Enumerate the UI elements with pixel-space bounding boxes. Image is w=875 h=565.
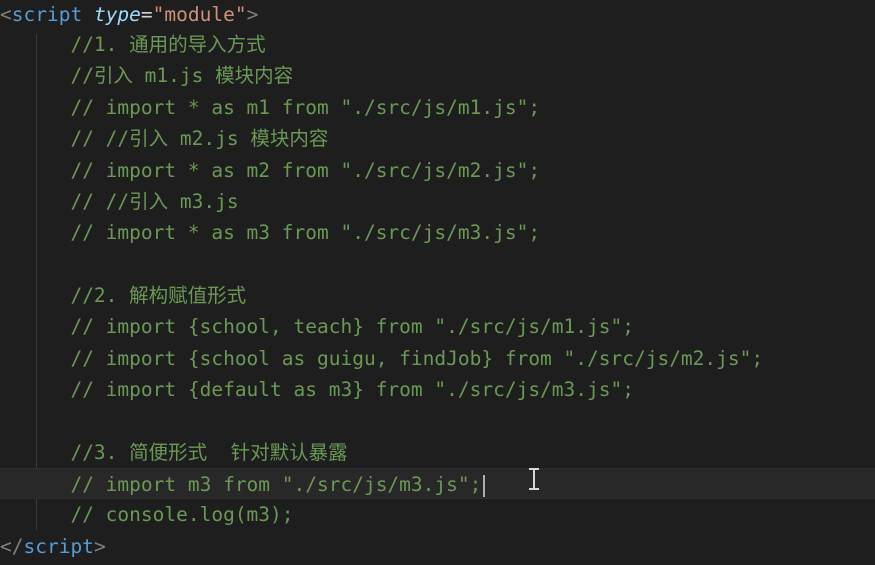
comment-text: // import m3 from "./src/js/m3.js";	[70, 473, 482, 496]
type-attribute-value: "module"	[152, 3, 247, 26]
comment-text: // import {school as guigu, findJob} fro…	[70, 347, 764, 370]
code-line-11[interactable]: // import {school as guigu, findJob} fro…	[0, 343, 875, 374]
code-line-6[interactable]: // //引入 m3.js	[0, 186, 875, 217]
code-line-4[interactable]: // //引入 m2.js 模块内容	[0, 123, 875, 154]
code-editor[interactable]: <script type="module"> //1. 通用的导入方式 //引入…	[0, 0, 875, 565]
tag-close-bracket: >	[93, 535, 106, 558]
code-line-3[interactable]: // import * as m1 from "./src/js/m1.js";	[0, 92, 875, 123]
comment-text: // import * as m2 from "./src/js/m2.js";	[70, 159, 541, 182]
tag-close-bracket: >	[246, 3, 259, 26]
text-caret	[483, 474, 486, 497]
code-line-2[interactable]: //引入 m1.js 模块内容	[0, 60, 875, 91]
comment-text: // import * as m1 from "./src/js/m1.js";	[70, 96, 541, 119]
comment-text: // import {default as m3} from "./src/js…	[70, 378, 634, 401]
code-line-12[interactable]: // import {default as m3} from "./src/js…	[0, 374, 875, 405]
comment-text: // import * as m3 from "./src/js/m3.js";	[70, 221, 541, 244]
script-tag-name: script	[11, 3, 83, 26]
code-line-7[interactable]: // import * as m3 from "./src/js/m3.js";	[0, 217, 875, 248]
code-line-16[interactable]: // console.log(m3);	[0, 499, 875, 530]
code-line-close-tag[interactable]: </script>	[0, 531, 875, 562]
comment-text: // //引入 m3.js	[70, 190, 239, 213]
comment-text: //2. 解构赋值形式	[70, 284, 247, 307]
code-line-open-tag[interactable]: <script type="module">	[0, 0, 875, 30]
code-line-1[interactable]: //1. 通用的导入方式	[0, 29, 875, 60]
code-line-5[interactable]: // import * as m2 from "./src/js/m2.js";	[0, 155, 875, 186]
tag-open-bracket: </	[0, 535, 24, 558]
type-attribute-name: type	[93, 3, 141, 26]
comment-text: // //引入 m2.js 模块内容	[70, 127, 329, 150]
code-line-15-current[interactable]: // import m3 from "./src/js/m3.js";	[0, 468, 875, 499]
code-line-10[interactable]: // import {school, teach} from "./src/js…	[0, 311, 875, 342]
attribute-equals: =	[140, 3, 153, 26]
code-line-9[interactable]: //2. 解构赋值形式	[0, 280, 875, 311]
script-tag-name: script	[23, 535, 94, 558]
tag-open-bracket: <	[0, 3, 12, 26]
code-line-14[interactable]: //3. 简便形式 针对默认暴露	[0, 437, 875, 468]
code-line-13[interactable]	[0, 405, 875, 436]
comment-text: //引入 m1.js 模块内容	[70, 64, 294, 87]
comment-text: //1. 通用的导入方式	[70, 33, 266, 56]
text-cursor-icon	[528, 468, 540, 490]
comment-text: // import {school, teach} from "./src/js…	[70, 315, 634, 338]
comment-text: // console.log(m3);	[70, 503, 294, 526]
comment-text: //3. 简便形式 针对默认暴露	[70, 441, 348, 464]
code-line-8[interactable]	[0, 248, 875, 279]
